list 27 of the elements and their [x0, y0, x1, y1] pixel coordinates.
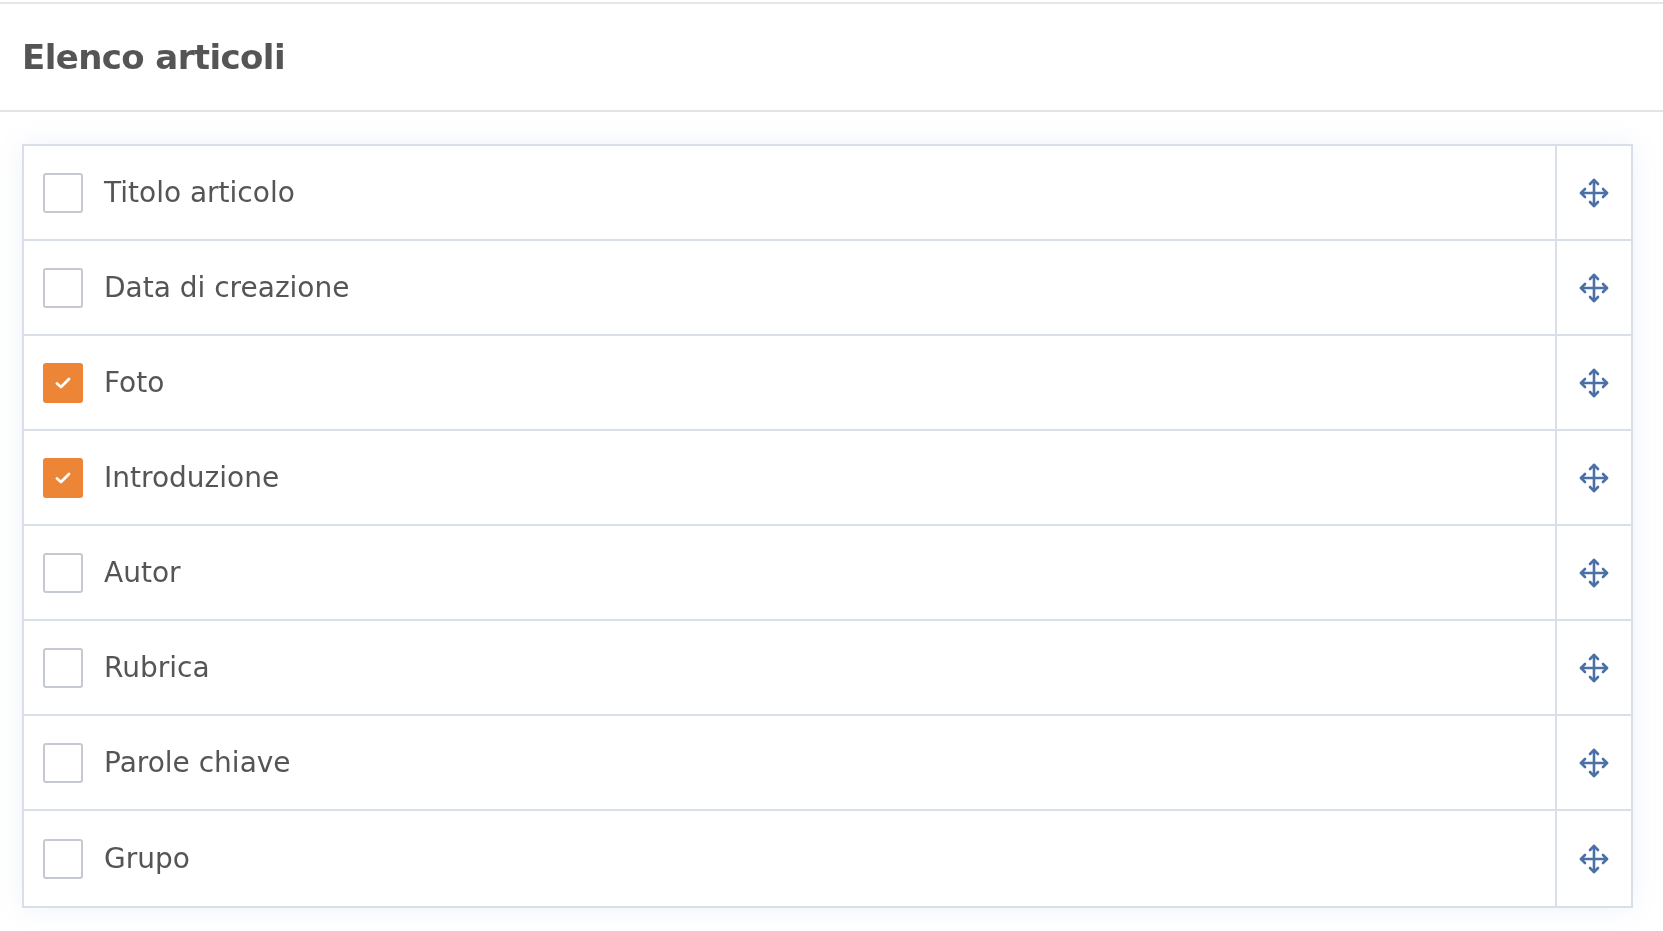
- field-label: Titolo articolo: [104, 176, 295, 209]
- field-label: Foto: [104, 366, 165, 399]
- field-label: Introduzione: [104, 461, 280, 494]
- checkbox[interactable]: [43, 267, 83, 308]
- checkbox[interactable]: [43, 552, 83, 593]
- move-icon[interactable]: [1579, 652, 1609, 683]
- checkbox[interactable]: [43, 647, 83, 688]
- field-label: Parole chiave: [104, 746, 291, 779]
- move-icon[interactable]: [1579, 272, 1609, 303]
- field-label: Rubrica: [104, 651, 210, 684]
- field-label: Grupo: [104, 842, 190, 875]
- field-label: Autor: [104, 556, 181, 589]
- checkbox[interactable]: [43, 742, 83, 783]
- checkmark-icon: [55, 471, 71, 484]
- checkbox[interactable]: [43, 362, 83, 403]
- move-icon[interactable]: [1579, 177, 1609, 208]
- move-icon[interactable]: [1579, 557, 1609, 588]
- move-icon[interactable]: [1579, 462, 1609, 493]
- checkmark-icon: [55, 376, 71, 389]
- checkbox[interactable]: [43, 838, 83, 879]
- move-icon[interactable]: [1579, 367, 1609, 398]
- field-label: Data di creazione: [104, 271, 350, 304]
- checkbox[interactable]: [43, 172, 83, 213]
- checkbox[interactable]: [43, 457, 83, 498]
- move-icon[interactable]: [1579, 843, 1609, 874]
- move-icon[interactable]: [1579, 747, 1609, 778]
- page-title: Elenco articoli: [22, 37, 285, 77]
